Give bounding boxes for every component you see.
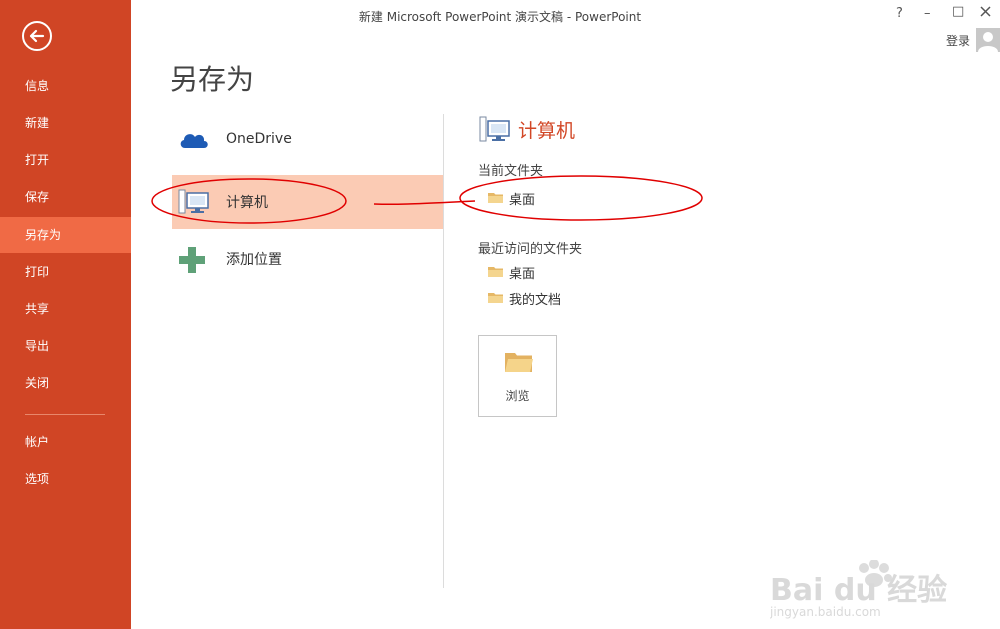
folder-label: 我的文档 [509,293,562,308]
folder-icon [488,291,504,308]
nav-divider [25,414,105,415]
nav-info[interactable]: 信息 [0,68,131,104]
folder-label: 桌面 [509,267,536,282]
folder-label: 桌面 [509,193,536,208]
place-add[interactable]: 添加位置 [172,232,443,286]
nav-export[interactable]: 导出 [0,328,131,364]
browse-button[interactable]: 浏览 [478,335,557,417]
back-button[interactable] [22,21,52,51]
annotation-overlay [151,175,703,224]
panel-title: 计算机 [518,120,576,142]
nav-close[interactable]: 关闭 [0,365,131,401]
place-computer[interactable]: 计算机 [172,175,443,229]
recent-folders-heading: 最近访问的文件夹 [478,242,583,257]
panel-divider [443,114,444,588]
folder-open-icon [504,350,534,378]
computer-icon [479,115,511,149]
watermark-brand: Bai du 经验 [770,573,947,608]
current-folder-heading: 当前文件夹 [478,164,544,179]
back-arrow-icon [29,29,45,43]
computer-icon [178,188,210,220]
place-label: 计算机 [226,195,268,211]
place-label: 添加位置 [226,252,282,268]
folder-icon [488,265,504,282]
nav-options[interactable]: 选项 [0,461,131,497]
nav-print[interactable]: 打印 [0,254,131,290]
baidu-watermark: Bai du 经验 jingyan.baidu.com [769,559,950,624]
backstage-sidebar: 信息 新建 打开 保存 另存为 打印 共享 导出 关闭 帐户 选项 [0,0,131,629]
plus-icon [178,246,206,278]
page-title: 另存为 [170,63,255,96]
place-onedrive[interactable]: OneDrive [172,114,443,168]
close-icon [980,6,991,17]
help-button[interactable]: ? [896,6,903,21]
folder-icon [488,191,504,208]
nav-open[interactable]: 打开 [0,142,131,178]
baidu-paw-logo: Bai du 经验 jingyan.baidu.com [769,559,947,619]
signin-link[interactable]: 登录 [946,32,970,49]
nav-account[interactable]: 帐户 [0,424,131,460]
minimize-button[interactable]: – [924,6,931,21]
maximize-button[interactable]: □ [952,4,964,19]
close-button[interactable] [980,6,991,21]
place-label: OneDrive [226,131,292,147]
cloud-icon [178,128,210,156]
nav-new[interactable]: 新建 [0,105,131,141]
window-title: 新建 Microsoft PowerPoint 演示文稿 - PowerPoin… [358,10,642,24]
user-icon [978,32,998,52]
nav-save[interactable]: 保存 [0,179,131,215]
watermark-url: jingyan.baidu.com [770,605,881,619]
nav-save-as[interactable]: 另存为 [0,217,131,253]
avatar[interactable] [976,28,1000,52]
browse-label: 浏览 [505,389,530,403]
nav-share[interactable]: 共享 [0,291,131,327]
